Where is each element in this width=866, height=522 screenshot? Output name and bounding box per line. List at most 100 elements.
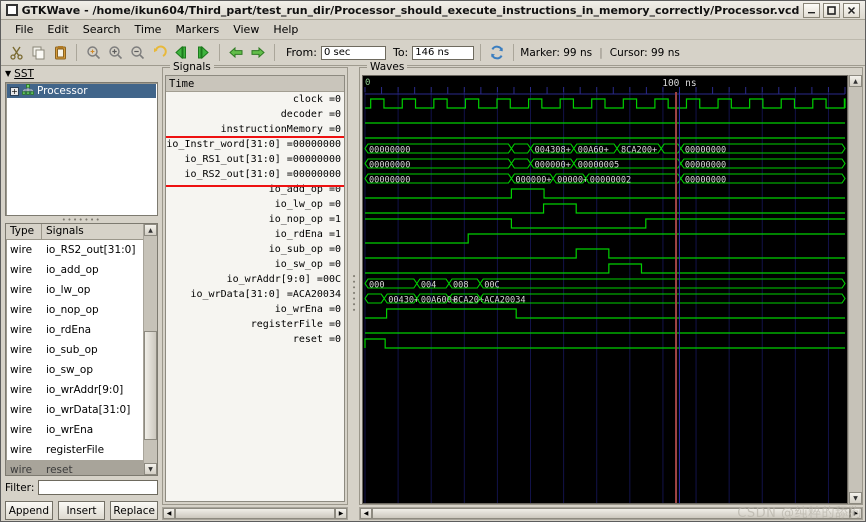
signal-browser-row[interactable]: wire io_add_op xyxy=(6,260,143,280)
expander-icon[interactable]: + xyxy=(10,86,19,96)
signal-browser-vscrollbar[interactable]: ▲ ▼ xyxy=(143,224,157,475)
scroll-thumb[interactable] xyxy=(144,331,157,441)
signals-hscrollbar[interactable]: ◀ ▶ xyxy=(162,507,348,520)
zoom-out-icon[interactable] xyxy=(127,43,147,63)
menu-item-time[interactable]: Time xyxy=(128,22,169,37)
signal-browser-row[interactable]: wire io_nop_op xyxy=(6,300,143,320)
menu-item-file[interactable]: File xyxy=(8,22,40,37)
sst-tree[interactable]: + Processor xyxy=(5,82,158,216)
signal-row[interactable]: io_wrData[31:0] =ACA20034 xyxy=(166,287,344,302)
signal-row[interactable]: io_Instr_word[31:0] =00000000 xyxy=(166,137,344,152)
signal-row[interactable]: io_RS2_out[31:0] =00000000 xyxy=(166,167,344,182)
column-header-type[interactable]: Type xyxy=(6,224,42,239)
scroll-track[interactable] xyxy=(144,236,157,463)
zoom-in-icon[interactable] xyxy=(105,43,125,63)
append-button[interactable]: Append xyxy=(5,501,53,520)
next-edge-icon[interactable] xyxy=(248,43,268,63)
signal-browser-row[interactable]: wire io_wrAddr[9:0] xyxy=(6,380,143,400)
signals-waves-splitter[interactable]: ••••••• xyxy=(350,65,358,522)
insert-button[interactable]: Insert xyxy=(57,501,106,520)
from-input[interactable]: 0 sec xyxy=(320,45,386,60)
scroll-up-icon[interactable]: ▲ xyxy=(144,224,157,236)
signal-browser-list[interactable]: Type Signals wire io_RS2_out[31:0] wire io_… xyxy=(5,223,158,476)
column-header-signals[interactable]: Signals xyxy=(42,224,88,239)
to-input[interactable]: 146 ns xyxy=(412,45,475,60)
sst-header[interactable]: ▼ SST xyxy=(5,67,158,80)
filter-input[interactable] xyxy=(38,480,158,495)
signal-type: wire xyxy=(10,264,33,276)
filter-row: Filter: xyxy=(5,480,158,495)
signal-browser-row[interactable]: wire io_rdEna xyxy=(6,320,143,340)
svg-text:00000000: 00000000 xyxy=(369,161,410,171)
signal-row[interactable]: io_wrEna =0 xyxy=(166,302,344,317)
waves-frame: Waves 0 100 ns 00000000 004308+ 00A60+ 8CA200… xyxy=(359,61,863,505)
signal-row[interactable]: io_rdEna =1 xyxy=(166,227,344,242)
waves-vscrollbar[interactable]: ▲ ▼ xyxy=(848,75,862,504)
window-buttons xyxy=(803,2,860,18)
signal-row[interactable]: io_RS1_out[31:0] =00000000 xyxy=(166,152,344,167)
hscroll-track[interactable] xyxy=(175,508,335,519)
toolbar-separator xyxy=(76,44,77,61)
goto-end-icon[interactable] xyxy=(193,43,213,63)
menu-item-help[interactable]: Help xyxy=(266,22,305,37)
pane-resize-grip[interactable]: ••••••• xyxy=(5,216,158,224)
signal-row[interactable]: registerFile =0 xyxy=(166,317,344,332)
cut-icon[interactable] xyxy=(6,43,26,63)
prev-edge-icon[interactable] xyxy=(226,43,246,63)
menu-item-search[interactable]: Search xyxy=(76,22,128,37)
menu-item-markers[interactable]: Markers xyxy=(168,22,226,37)
toolbar-separator-5 xyxy=(513,44,515,61)
replace-button[interactable]: Replace xyxy=(110,501,159,520)
signal-name: io_sw_op xyxy=(46,364,93,376)
copy-icon[interactable] xyxy=(28,43,48,63)
signal-row[interactable]: io_wrAddr[9:0] =00C xyxy=(166,272,344,287)
signal-browser-row[interactable]: wire io_sub_op xyxy=(6,340,143,360)
goto-start-icon[interactable] xyxy=(171,43,191,63)
signal-row[interactable]: io_add_op =0 xyxy=(166,182,344,197)
signal-browser-row[interactable]: wire io_wrEna xyxy=(6,420,143,440)
paste-icon[interactable] xyxy=(50,43,70,63)
reload-icon[interactable] xyxy=(487,43,507,63)
maximize-button[interactable] xyxy=(823,2,840,18)
waves-scroll-up-icon[interactable]: ▲ xyxy=(849,75,862,87)
module-icon xyxy=(22,84,34,98)
scroll-down-icon[interactable]: ▼ xyxy=(144,463,157,475)
waves-scroll-track[interactable] xyxy=(849,87,862,492)
main-panes: ▼ SST + Processor ••••••• Type Signals w… xyxy=(2,61,866,522)
signal-browser-row[interactable]: wire reset xyxy=(6,460,143,475)
signal-row[interactable]: io_lw_op =0 xyxy=(166,197,344,212)
close-button[interactable] xyxy=(843,2,860,18)
signal-row[interactable]: decoder =0 xyxy=(166,107,344,122)
signal-row[interactable]: io_sw_op =0 xyxy=(166,257,344,272)
signal-row[interactable]: io_sub_op =0 xyxy=(166,242,344,257)
signal-browser-row[interactable]: wire io_RS2_out[31:0] xyxy=(6,240,143,260)
signal-browser-row[interactable]: wire registerFile xyxy=(6,440,143,460)
menu-item-edit[interactable]: Edit xyxy=(40,22,75,37)
zoom-fit-icon[interactable] xyxy=(83,43,103,63)
svg-text:00000005: 00000005 xyxy=(578,161,619,171)
signal-row[interactable]: clock =0 xyxy=(166,92,344,107)
minimize-button[interactable] xyxy=(803,2,820,18)
signals-frame: Signals Time clock =0 decoder =0 instructi… xyxy=(162,61,348,505)
hscroll-right-icon[interactable]: ▶ xyxy=(335,508,347,519)
signal-row[interactable]: reset =0 xyxy=(166,332,344,347)
signal-type: wire xyxy=(10,404,33,416)
time-column-header[interactable]: Time xyxy=(166,76,344,92)
signal-browser-row[interactable]: wire io_wrData[31:0] xyxy=(6,400,143,420)
signal-browser-row[interactable]: wire io_sw_op xyxy=(6,360,143,380)
hscroll-thumb[interactable] xyxy=(175,508,335,519)
sst-column: ▼ SST + Processor ••••••• Type Signals w… xyxy=(2,65,160,522)
sst-tree-item-processor[interactable]: + Processor xyxy=(7,84,156,98)
window-system-icon[interactable] xyxy=(6,4,18,16)
waves-hscroll-left-icon[interactable]: ◀ xyxy=(360,508,372,519)
chevron-down-icon[interactable]: ▼ xyxy=(5,69,11,78)
signal-row[interactable]: instructionMemory =0 xyxy=(166,122,344,137)
signal-browser-row[interactable]: wire io_lw_op xyxy=(6,280,143,300)
filter-label: Filter: xyxy=(5,481,35,494)
menu-item-view[interactable]: View xyxy=(226,22,266,37)
wave-canvas[interactable]: 0 100 ns 00000000 004308+ 00A60+ 8CA200+ 00000… xyxy=(362,75,848,504)
hscroll-left-icon[interactable]: ◀ xyxy=(163,508,175,519)
signals-list[interactable]: Time clock =0 decoder =0 instructionMemory… xyxy=(165,75,345,502)
signal-row[interactable]: io_nop_op =1 xyxy=(166,212,344,227)
zoom-undo-icon[interactable] xyxy=(149,43,169,63)
